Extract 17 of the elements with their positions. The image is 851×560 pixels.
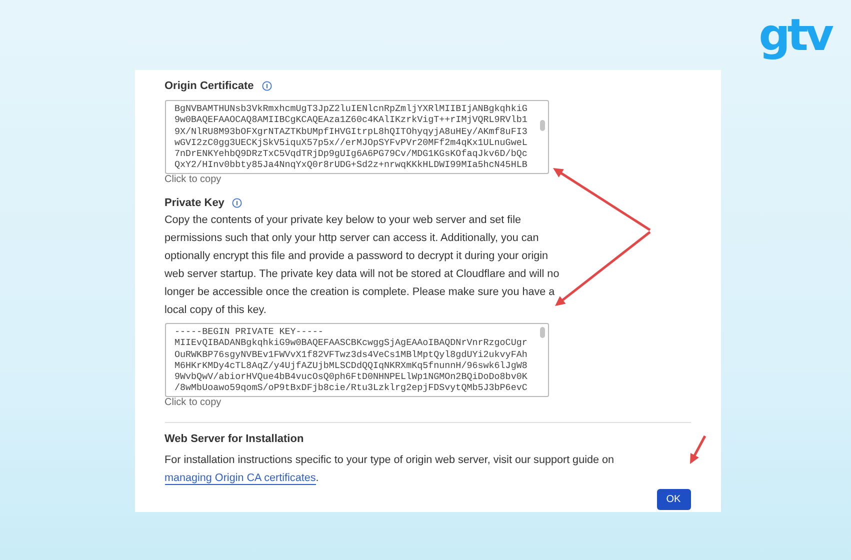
info-icon[interactable] [262,81,272,91]
description-text: Copy the contents of your private key below to your web server and set file permissions such that only your http server can access it. Additionally, you can optionally encrypt this file and provide a password to decrypt it during your origin web server startup. The private key data will not be stored at Cloudflare and will no longer be accessible once the creation is complete. Please make sure you have a local copy of this key. [164,213,560,318]
copy-hint[interactable]: Click to copy [164,397,222,408]
private-key-field[interactable]: -----BEGIN PRIVATE KEY----- MIIEvQIBADANBgkqhkiG9w0BAQEFAASCBKcwggSjAgEAAoIBAQDNrVnrRzgoCUgr OuRWKBP76sgyNVBEv1FWVvX1f82VFTwz3ds4VeCs1MBlMptQyl8gdUYi2ukvyFAh M6HKrKMDy4cTL8AqZ/y4UjfAZUjbMLSCDdQQIqNKRXmKq5fnunnH/96swk6lJgW8 9WvbQwV/abiorHVQue4bB4vucOsQ0ph6FtD0NHNPELlWp1NGMOn2BQiDoDo8bv0K /8wMbUoawo59qomS/oP9tBxDFjb8cie/Rtu3Lzklrg2epjFDSvytQMb5J3bP6evC [164,323,548,397]
scrollbar-thumb[interactable] [540,327,544,338]
certificate-field[interactable]: BgNVBAMTHUNsb3VkRmxhcmUgT3JpZ2luIENlcnRpZmljYXRlMIIBIjANBgkqhkiG 9w0BAQEFAAOCAQ8AMIIBCgKCAQEAza1Z60c4KAlIKzrkVigT++rIMjVQRL9RVlb1 9X/NlRU8M93bOFXgrNTAZTKbUMpfIHVGItrpL8hQITOhyqyjA8uHEy/AKmf8uFI3 wGVI2zC0gg3UECKjSkV5iquX57p5x//erMJOpSYFvPVr20MFf2m4qKx1ULnuGweL 7nDrENKYehbQ9DRzTxC5VqdTRjDp9gUIg6A6PG79Cv/MDG1KGsKOfaqJkv6D/bQc QxY2/HInv0bbty85Ja4NnqYxQ0r8rUDG+Sd2z+nrwqKKkHLDWI99MIa5hcN45HLB [164,100,548,174]
support-guide-link[interactable]: managing Origin CA certificates [164,472,316,485]
scrollbar-thumb[interactable] [540,120,544,131]
section-title: Private Key [164,197,224,209]
copy-hint[interactable]: Click to copy [164,174,222,185]
instructions-text: For installation instructions specific to your type of origin web server, visit our support guide on managing Origin CA certificates. [164,453,615,487]
section-title: Origin Certificate [164,80,254,92]
ok-button[interactable]: OK [656,489,690,510]
logo: gtv [758,14,831,58]
info-icon[interactable] [232,198,242,208]
section-title: Web Server for Installation [164,433,304,445]
pointer-arrow [690,435,706,464]
